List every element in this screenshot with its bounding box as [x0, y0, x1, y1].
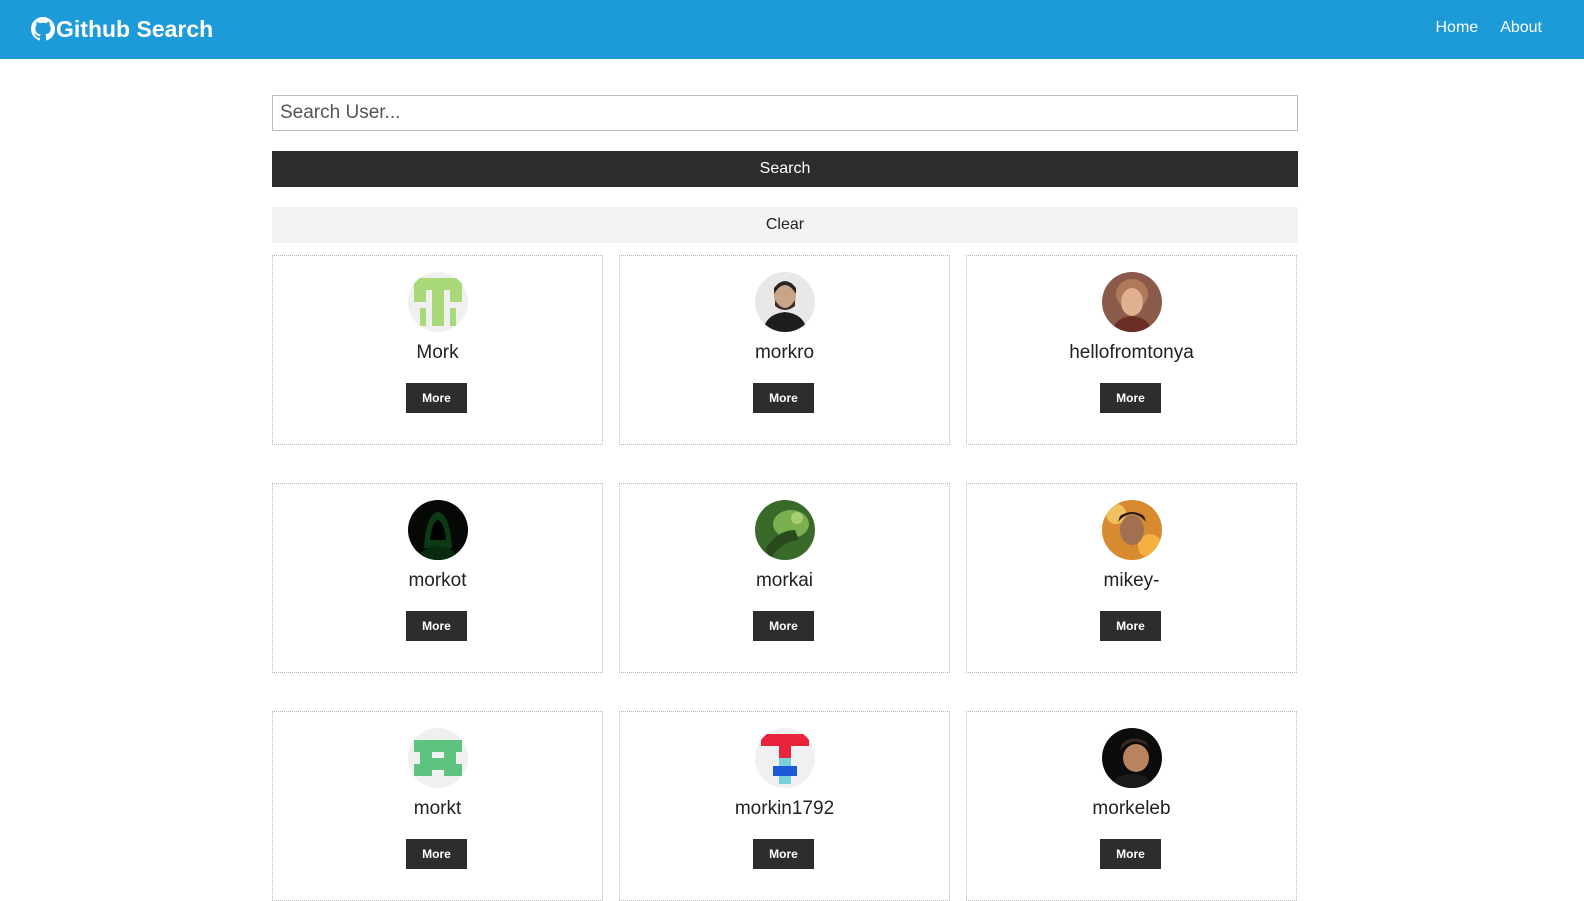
- user-card: morkt More: [272, 711, 603, 901]
- more-button[interactable]: More: [753, 839, 814, 869]
- avatar: [755, 500, 815, 560]
- more-button[interactable]: More: [1100, 839, 1161, 869]
- avatar: [1102, 272, 1162, 332]
- username: morkai: [755, 570, 813, 591]
- more-button[interactable]: More: [753, 383, 814, 413]
- avatar: [408, 728, 468, 788]
- username: morkt: [413, 798, 462, 819]
- search-button[interactable]: Search: [272, 151, 1298, 187]
- more-button[interactable]: More: [1100, 383, 1161, 413]
- search-input[interactable]: [272, 95, 1298, 131]
- navbar: Github Search Home About: [0, 0, 1584, 59]
- username: morkro: [754, 342, 815, 363]
- user-card: morkeleb More: [966, 711, 1297, 901]
- avatar: [408, 500, 468, 560]
- user-card: hellofromtonya More: [966, 255, 1297, 445]
- main-container: Search Clear Mork More: [272, 95, 1298, 901]
- username: morkot: [408, 570, 467, 591]
- username: Mork: [416, 342, 459, 363]
- nav-links: Home About: [1436, 19, 1543, 37]
- brand-link[interactable]: Github Search: [31, 14, 213, 44]
- avatar: [1102, 500, 1162, 560]
- more-button[interactable]: More: [1100, 611, 1161, 641]
- github-icon: [31, 17, 55, 41]
- user-card: morkai More: [619, 483, 950, 673]
- avatar: [755, 272, 815, 332]
- username: morkin1792: [734, 798, 835, 819]
- nav-link-home[interactable]: Home: [1436, 19, 1479, 37]
- username: mikey-: [1103, 570, 1160, 591]
- user-card: Mork More: [272, 255, 603, 445]
- brand-title: Github Search: [56, 15, 214, 42]
- username: morkeleb: [1092, 798, 1171, 819]
- username: hellofromtonya: [1069, 342, 1194, 363]
- nav-link-about[interactable]: About: [1500, 19, 1542, 37]
- user-card: morkro More: [619, 255, 950, 445]
- user-card: morkot More: [272, 483, 603, 673]
- avatar: [755, 728, 815, 788]
- more-button[interactable]: More: [406, 611, 467, 641]
- avatar: [1102, 728, 1162, 788]
- clear-button[interactable]: Clear: [272, 207, 1298, 243]
- more-button[interactable]: More: [753, 611, 814, 641]
- more-button[interactable]: More: [406, 383, 467, 413]
- more-button[interactable]: More: [406, 839, 467, 869]
- user-card: mikey- More: [966, 483, 1297, 673]
- avatar: [408, 272, 468, 332]
- user-card: morkin1792 More: [619, 711, 950, 901]
